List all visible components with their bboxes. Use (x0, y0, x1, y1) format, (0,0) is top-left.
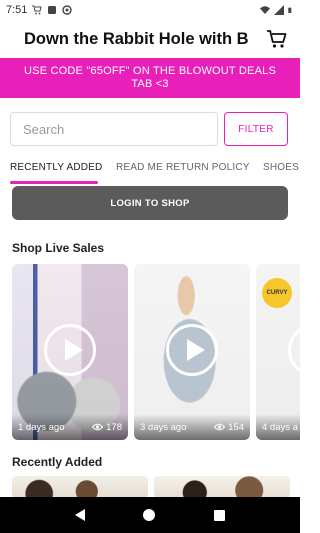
eye-icon (214, 423, 226, 431)
tab-recently-added[interactable]: RECENTLY ADDED (10, 162, 102, 173)
live-sale-card[interactable]: 3 days ago 154 (134, 264, 250, 440)
card-meta: 1 days ago 178 (12, 414, 128, 440)
recently-added-carousel[interactable] (12, 476, 300, 498)
home-icon[interactable] (143, 509, 156, 521)
tab-shoes[interactable]: SHOES (263, 162, 299, 173)
login-to-shop-button[interactable]: LOGIN TO SHOP (12, 186, 288, 220)
view-count: 154 (214, 422, 244, 433)
status-bar: 7:51 (0, 0, 300, 20)
product-thumbnail[interactable] (154, 476, 290, 498)
store-title: Down the Rabbit Hole with B (24, 29, 249, 48)
play-video-icon[interactable] (166, 324, 218, 376)
live-sales-heading: Shop Live Sales (12, 241, 105, 255)
sale-age: 3 days ago (140, 421, 187, 433)
curvy-badge: CURVY (262, 278, 292, 308)
live-sales-carousel[interactable]: 1 days ago 178 3 days ago 154 CURVY 4 da… (12, 264, 300, 440)
promo-banner[interactable]: USE CODE "65OFF" ON THE BLOWOUT DEALS TA… (0, 58, 300, 98)
eye-icon (92, 423, 104, 431)
live-sale-card[interactable]: CURVY 4 days a (256, 264, 300, 440)
card-meta: 3 days ago 154 (134, 414, 250, 440)
battery-icon (288, 7, 292, 13)
live-sale-card[interactable]: 1 days ago 178 (12, 264, 128, 440)
view-count: 178 (92, 422, 122, 433)
recently-added-heading: Recently Added (12, 455, 103, 469)
wifi-icon (260, 6, 270, 14)
shop-icon (48, 6, 57, 14)
view-count-value: 154 (228, 421, 244, 433)
search-input[interactable] (10, 112, 218, 146)
signal-icon (274, 5, 284, 15)
filter-button[interactable]: FILTER (224, 112, 288, 146)
sale-age: 1 days ago (18, 421, 65, 433)
status-time: 7:51 (6, 4, 28, 16)
sale-age: 4 days a (262, 421, 298, 433)
card-meta: 4 days a (256, 414, 300, 440)
sync-icon (62, 5, 73, 15)
category-tabs: RECENTLY ADDED READ ME RETURN POLICY SHO… (0, 156, 300, 184)
cart-icon (32, 5, 43, 15)
recents-icon[interactable] (213, 509, 225, 521)
active-tab-indicator (10, 181, 98, 184)
system-nav-bar (0, 497, 300, 533)
shopping-cart-icon[interactable] (266, 28, 288, 50)
back-icon[interactable] (75, 509, 86, 521)
tab-return-policy[interactable]: READ ME RETURN POLICY (116, 162, 250, 173)
play-video-icon[interactable] (44, 324, 96, 376)
view-count-value: 178 (106, 421, 122, 433)
app-header: Down the Rabbit Hole with B (0, 22, 300, 56)
product-thumbnail[interactable] (12, 476, 148, 498)
search-row: FILTER (10, 112, 290, 148)
